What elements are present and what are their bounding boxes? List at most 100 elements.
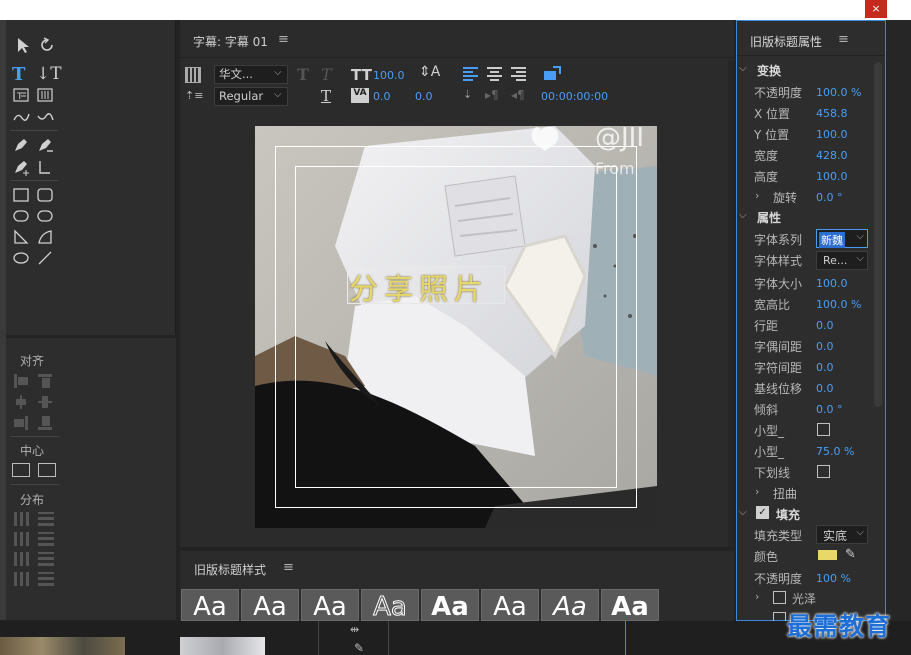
distribute-horizontal-even-icon[interactable]: [14, 572, 30, 586]
bold-icon[interactable]: T: [297, 65, 309, 84]
play-forward-icon[interactable]: ◂¶: [511, 88, 525, 102]
close-button[interactable]: ×: [865, 0, 887, 18]
rounded-corner-rectangle-tool-icon[interactable]: [36, 186, 56, 204]
leading-value[interactable]: 0.0: [816, 319, 834, 332]
title-styles-tab[interactable]: 旧版标题样式: [194, 561, 266, 578]
style-swatch[interactable]: Aa: [601, 589, 659, 621]
style-swatch[interactable]: Aa: [241, 589, 299, 621]
chevron-down-icon[interactable]: ⌵: [739, 507, 747, 518]
distribute-left-icon[interactable]: [14, 512, 30, 526]
wedge-tool-icon[interactable]: [12, 228, 32, 246]
panel-menu-icon[interactable]: ≡: [278, 32, 289, 47]
style-swatch[interactable]: Aa: [421, 589, 479, 621]
chevron-right-icon[interactable]: ›: [755, 590, 759, 603]
font-family-value[interactable]: 新魏: [819, 232, 845, 248]
line-tool-icon[interactable]: [36, 249, 56, 267]
style-swatch[interactable]: Aa: [541, 589, 599, 621]
baseline-shift-icon[interactable]: ⇣: [463, 88, 479, 103]
arc-tool-icon[interactable]: [36, 228, 56, 246]
eyedropper-icon[interactable]: ✎: [845, 547, 856, 562]
selection-tool-icon[interactable]: [14, 36, 34, 54]
fill-header[interactable]: 填充: [776, 506, 800, 523]
align-right-icon[interactable]: [14, 416, 30, 430]
horizontal-center-icon[interactable]: [12, 463, 30, 477]
font-size-value[interactable]: 100.0: [816, 277, 848, 290]
clipped-corner-rectangle-tool-icon[interactable]: [12, 207, 32, 225]
type-tool-icon[interactable]: T: [12, 64, 32, 85]
underline-icon[interactable]: T: [321, 87, 331, 105]
style-swatch[interactable]: Aa: [361, 589, 419, 621]
chevron-right-icon[interactable]: ›: [755, 485, 759, 498]
width-value[interactable]: 428.0: [816, 149, 848, 162]
fill-type-value[interactable]: 实底: [823, 527, 847, 544]
chevron-down-icon[interactable]: ⌵: [739, 210, 747, 221]
align-bottom-icon[interactable]: [38, 416, 54, 430]
path-type-tool-icon[interactable]: [12, 108, 32, 126]
rotate-tool-icon[interactable]: [38, 36, 58, 54]
aspect-value[interactable]: 100.0 %: [816, 298, 861, 311]
panel-menu-icon[interactable]: ≡: [838, 32, 849, 47]
opacity-value[interactable]: 100.0 %: [816, 86, 861, 99]
distribute-right-icon[interactable]: [14, 552, 30, 566]
font-style-field[interactable]: Re... ⌵: [816, 251, 868, 270]
play-backward-icon[interactable]: ▸¶: [485, 88, 499, 102]
italic-icon[interactable]: T: [321, 65, 332, 84]
convert-anchor-point-tool-icon[interactable]: [36, 158, 56, 176]
pen-tool-icon[interactable]: [12, 136, 32, 154]
tracking-value[interactable]: 0.0: [816, 361, 834, 374]
y-position-value[interactable]: 100.0: [816, 128, 848, 141]
vertical-center-icon[interactable]: [38, 463, 56, 477]
leading-value[interactable]: 0.0: [415, 90, 433, 103]
playhead[interactable]: [625, 621, 626, 655]
title-panel-tab[interactable]: 字幕: 字幕 01: [193, 33, 268, 50]
distribute-top-icon[interactable]: [38, 512, 54, 526]
kerning-value[interactable]: 0.0: [816, 340, 834, 353]
tab-stops-icon[interactable]: ⇡≡: [185, 89, 203, 103]
font-size-value[interactable]: 100.0: [373, 69, 405, 82]
x-position-value[interactable]: 458.8: [816, 107, 848, 120]
attributes-header[interactable]: 属性: [757, 209, 781, 226]
transform-header[interactable]: 变换: [757, 62, 781, 79]
vertical-area-type-tool-icon[interactable]: [36, 86, 56, 104]
kerning-value[interactable]: 0.0: [373, 90, 391, 103]
slant-value[interactable]: 0.0 °: [816, 403, 843, 416]
rotation-value[interactable]: 0.0 °: [816, 191, 843, 204]
area-type-tool-icon[interactable]: T: [12, 86, 32, 104]
properties-scrollbar[interactable]: [874, 62, 882, 407]
distribute-vertical-even-icon[interactable]: [38, 572, 54, 586]
align-text-left-icon[interactable]: [463, 67, 478, 81]
vertical-path-type-tool-icon[interactable]: [36, 108, 56, 126]
small-caps-size-value[interactable]: 75.0 %: [816, 445, 854, 458]
clip-thumbnail[interactable]: [180, 637, 265, 655]
track-move-icon[interactable]: ⇹: [350, 623, 359, 636]
new-title-icon[interactable]: [185, 67, 201, 83]
align-horizontal-center-icon[interactable]: [14, 395, 30, 409]
distribute-horizontal-center-icon[interactable]: [14, 532, 30, 546]
align-vertical-center-icon[interactable]: [38, 395, 54, 409]
style-swatch[interactable]: Aa: [481, 589, 539, 621]
align-top-icon[interactable]: [38, 374, 54, 388]
chevron-right-icon[interactable]: ›: [755, 189, 759, 202]
track-tool-icon[interactable]: ✎: [354, 641, 364, 655]
align-text-right-icon[interactable]: [511, 67, 526, 81]
align-text-center-icon[interactable]: [487, 67, 502, 81]
chevron-down-icon[interactable]: ⌵: [739, 63, 747, 74]
style-swatch[interactable]: Aa: [181, 589, 239, 621]
style-swatch[interactable]: Aa: [301, 589, 359, 621]
panel-menu-icon[interactable]: ≡: [283, 560, 294, 575]
small-caps-checkbox[interactable]: [817, 423, 830, 436]
caption-text[interactable]: 分享照片: [349, 266, 489, 308]
align-left-icon[interactable]: [14, 374, 30, 388]
vertical-type-tool-icon[interactable]: ↓T: [36, 64, 62, 84]
properties-tab[interactable]: 旧版标题属性: [750, 33, 822, 50]
rounded-rectangle-tool-icon[interactable]: [36, 207, 56, 225]
fill-color-swatch[interactable]: [818, 550, 837, 560]
font-style-value[interactable]: Re...: [823, 254, 847, 267]
delete-anchor-point-tool-icon[interactable]: [36, 136, 56, 154]
roll-crawl-options-icon[interactable]: [543, 66, 561, 82]
fill-checkbox[interactable]: ✓: [756, 506, 769, 519]
distribute-vertical-center-icon[interactable]: [38, 532, 54, 546]
underline-checkbox[interactable]: [817, 465, 830, 478]
height-value[interactable]: 100.0: [816, 170, 848, 183]
fill-type-field[interactable]: 实底 ⌵: [816, 525, 868, 544]
